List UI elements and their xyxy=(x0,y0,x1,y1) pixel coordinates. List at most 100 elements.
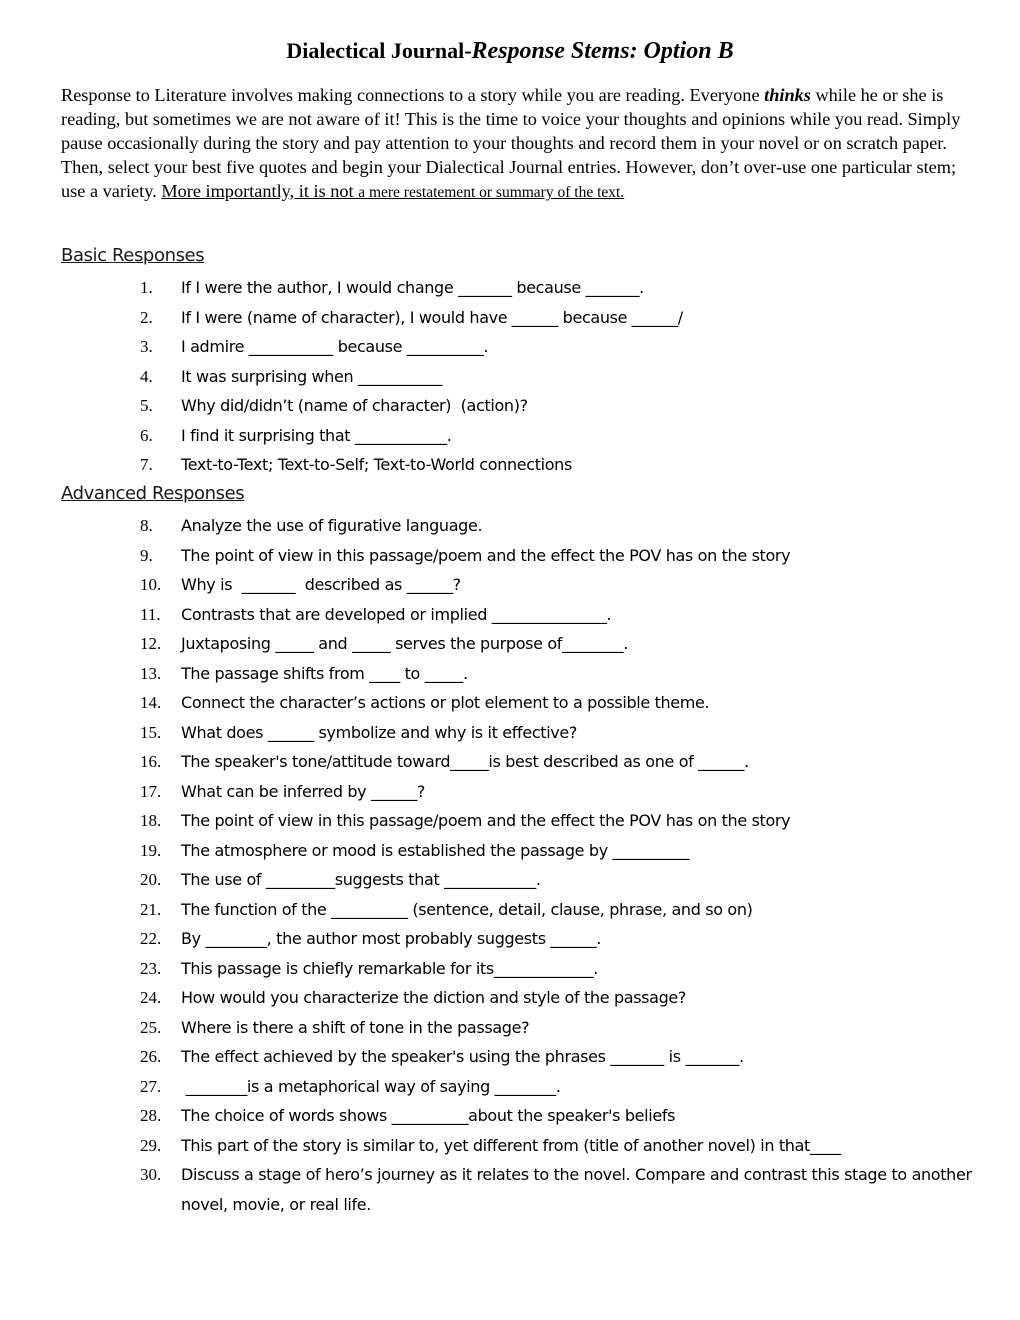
list-item: 20. The use of _________suggests that ___… xyxy=(140,865,1000,895)
list-item: 22. By ________, the author most probably… xyxy=(140,924,1000,954)
item-number: 18. xyxy=(140,811,162,830)
item-text: The speaker's tone/attitude toward_____i… xyxy=(181,752,749,771)
item-text: Why is _______ described as ______? xyxy=(181,575,461,594)
item-text: The choice of words shows __________abou… xyxy=(181,1106,676,1125)
page-title: Dialectical Journal-Response Stems: Opti… xyxy=(0,38,1020,65)
item-number: 23. xyxy=(140,958,162,978)
item-number: 24. xyxy=(140,988,162,1007)
list-item: 10. Why is _______ described as ______? xyxy=(140,570,1000,600)
item-number: 10. xyxy=(140,575,162,594)
item-text: The function of the __________ (sentence… xyxy=(181,899,753,919)
item-text: By ________, the author most probably su… xyxy=(181,929,602,948)
item-number: 26. xyxy=(140,1047,162,1066)
list-item: 6. I find it surprising that ____________… xyxy=(140,421,1000,451)
item-number: 8. xyxy=(140,516,153,535)
item-number: 1. xyxy=(140,278,153,297)
item-text: It was surprising when ___________ xyxy=(181,366,443,386)
item-number: 28. xyxy=(140,1106,162,1125)
list-item: 27. ________is a metaphorical way of say… xyxy=(140,1072,1000,1102)
intro-paragraph: Response to Literature involves making c… xyxy=(61,83,961,205)
section-heading-advanced: Advanced Responses xyxy=(61,483,245,504)
item-number: 15. xyxy=(140,722,162,742)
item-number: 3. xyxy=(140,337,153,356)
item-number: 19. xyxy=(140,840,162,860)
item-text: Why did/didn’t (name of character) (acti… xyxy=(181,396,528,415)
document-page: Dialectical Journal-Response Stems: Opti… xyxy=(0,0,1020,1320)
intro-underlined-small: a mere restatement or summary of the tex… xyxy=(358,184,625,201)
item-text: The point of view in this passage/poem a… xyxy=(181,811,791,830)
list-item: 12. Juxtaposing _____ and _____ serves th… xyxy=(140,629,1000,659)
item-text: Connect the character’s actions or plot … xyxy=(181,693,710,712)
list-item: 4. It was surprising when ___________ xyxy=(140,362,1000,392)
list-item: 11. Contrasts that are developed or impli… xyxy=(140,600,1000,630)
list-item: 28. The choice of words shows __________a… xyxy=(140,1101,1000,1131)
item-number: 12. xyxy=(140,634,162,653)
list-item: 13. The passage shifts from ____ to _____… xyxy=(140,659,1000,689)
list-item: 15. What does ______ symbolize and why is… xyxy=(140,718,1000,748)
list-item: 25. Where is there a shift of tone in the… xyxy=(140,1013,1000,1043)
item-text: What can be inferred by ______? xyxy=(181,781,426,801)
list-item: 2. If I were (name of character), I would… xyxy=(140,303,1000,333)
list-item: 7. Text-to-Text; Text-to-Self; Text-to-Wo… xyxy=(140,450,1000,480)
list-item: 3. I admire ___________ because _________… xyxy=(140,332,1000,362)
intro-emphasis: thinks xyxy=(764,85,811,105)
item-text: Juxtaposing _____ and _____ serves the p… xyxy=(181,634,629,653)
intro-underlined: More importantly, it is not xyxy=(161,181,359,201)
item-number: 4. xyxy=(140,366,153,386)
list-item: 18. The point of view in this passage/poe… xyxy=(140,806,1000,836)
basic-responses-list: 1. If I were the author, I would change _… xyxy=(140,273,1000,480)
list-item: 1. If I were the author, I would change _… xyxy=(140,273,1000,303)
list-item: 26. The effect achieved by the speaker's … xyxy=(140,1042,1000,1072)
item-text: The point of view in this passage/poem a… xyxy=(181,545,791,565)
section-heading-basic: Basic Responses xyxy=(61,245,205,266)
list-item: 17. What can be inferred by ______? xyxy=(140,777,1000,807)
list-item: 21. The function of the __________ (sente… xyxy=(140,895,1000,925)
item-text: I admire ___________ because __________. xyxy=(181,337,489,356)
item-text: The use of _________suggests that ______… xyxy=(181,870,541,889)
item-number: 21. xyxy=(140,899,162,919)
item-number: 9. xyxy=(140,545,153,565)
item-text: Contrasts that are developed or implied … xyxy=(181,604,612,624)
item-number: 17. xyxy=(140,781,162,801)
item-number: 20. xyxy=(140,870,162,889)
list-item: 29. This part of the story is similar to,… xyxy=(140,1131,1000,1161)
title-italic: Response Stems: Option B xyxy=(471,38,734,64)
item-number: 11. xyxy=(140,604,161,624)
list-item: 14. Connect the character’s actions or pl… xyxy=(140,688,1000,718)
item-text: Discuss a stage of hero’s journey as it … xyxy=(181,1165,972,1214)
item-number: 7. xyxy=(140,455,153,474)
item-text: I find it surprising that ____________. xyxy=(181,425,452,445)
item-text: How would you characterize the diction a… xyxy=(181,988,687,1007)
title-bold: Dialectical Journal- xyxy=(286,38,472,63)
item-number: 13. xyxy=(140,663,162,683)
list-item: 30. Discuss a stage of hero’s journey as … xyxy=(140,1160,1000,1219)
list-item: 19. The atmosphere or mood is established… xyxy=(140,836,1000,866)
item-number: 30. xyxy=(140,1165,162,1184)
item-text: The effect achieved by the speaker's usi… xyxy=(181,1047,744,1066)
item-number: 6. xyxy=(140,425,153,445)
item-text: Text-to-Text; Text-to-Self; Text-to-Worl… xyxy=(181,455,572,474)
list-item: 23. This passage is chiefly remarkable fo… xyxy=(140,954,1000,984)
item-text: What does ______ symbolize and why is it… xyxy=(181,722,578,742)
item-text: Analyze the use of figurative language. xyxy=(181,516,483,535)
item-text: The atmosphere or mood is established th… xyxy=(181,840,690,860)
item-text: If I were the author, I would change ___… xyxy=(181,278,644,297)
item-text: This part of the story is similar to, ye… xyxy=(181,1135,841,1155)
item-number: 29. xyxy=(140,1135,162,1155)
item-text: ________is a metaphorical way of saying … xyxy=(181,1076,561,1096)
item-text: This passage is chiefly remarkable for i… xyxy=(181,958,599,978)
list-item: 8. Analyze the use of figurative language… xyxy=(140,511,1000,541)
item-text: The passage shifts from ____ to _____. xyxy=(181,663,468,683)
item-number: 16. xyxy=(140,752,162,771)
item-text: Where is there a shift of tone in the pa… xyxy=(181,1017,530,1037)
advanced-responses-list: 8. Analyze the use of figurative language… xyxy=(140,511,1000,1219)
item-number: 2. xyxy=(140,307,153,327)
item-number: 5. xyxy=(140,396,153,415)
item-number: 27. xyxy=(140,1076,162,1096)
item-number: 25. xyxy=(140,1017,162,1037)
item-text: If I were (name of character), I would h… xyxy=(181,307,683,327)
intro-part1: Response to Literature involves making c… xyxy=(61,85,765,105)
list-item: 16. The speaker's tone/attitude toward___… xyxy=(140,747,1000,777)
list-item: 24. How would you characterize the dictio… xyxy=(140,983,1000,1013)
item-number: 14. xyxy=(140,693,162,712)
